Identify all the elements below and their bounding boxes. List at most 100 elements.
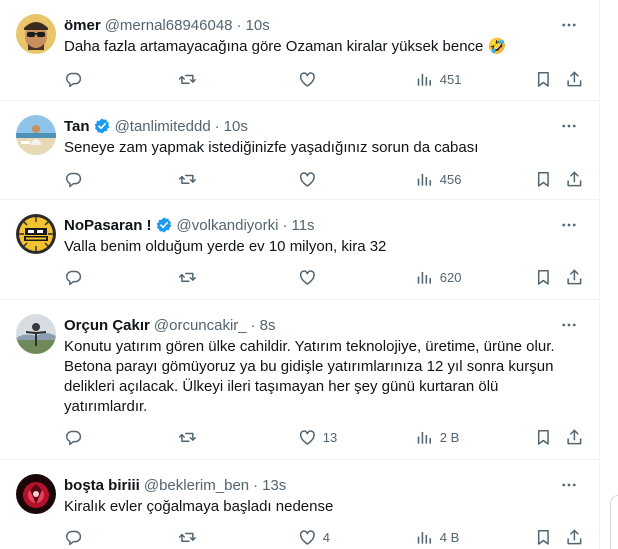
tweet-text: Kiralık evler çoğalmaya başladı nedense xyxy=(64,498,334,515)
views-button[interactable]: 4 B xyxy=(415,526,459,548)
views-button[interactable]: 451 xyxy=(415,68,461,90)
view-count: 2 B xyxy=(439,429,460,445)
share-button[interactable] xyxy=(565,68,584,90)
like-icon xyxy=(299,71,315,87)
display-name[interactable]: boşta biriii xyxy=(64,477,140,494)
beach-photo-avatar-icon xyxy=(16,115,56,155)
display-name[interactable]: ömer xyxy=(64,17,101,34)
tweet-header: Tan @tanlimiteddd · 10s xyxy=(64,116,248,136)
more-icon[interactable] xyxy=(558,314,580,336)
timestamp[interactable]: 8s xyxy=(260,317,276,334)
avatar[interactable] xyxy=(16,115,56,155)
views-button[interactable]: 2 B xyxy=(415,426,459,448)
timestamp[interactable]: 13s xyxy=(262,477,286,494)
reply-button[interactable] xyxy=(64,266,83,288)
like-button[interactable]: 13 xyxy=(298,426,337,448)
share-icon xyxy=(567,269,582,284)
tweet-actions: 4 4 B xyxy=(60,526,590,548)
more-icon[interactable] xyxy=(558,474,580,496)
reply-icon xyxy=(66,430,82,445)
bookmark-button[interactable] xyxy=(534,526,553,548)
user-handle[interactable]: @tanlimiteddd xyxy=(115,118,211,135)
views-button[interactable]: 456 xyxy=(415,168,461,190)
retweet-icon xyxy=(178,74,196,84)
bookmark-icon xyxy=(537,269,549,285)
views-icon xyxy=(417,431,432,444)
floating-panel-edge[interactable] xyxy=(610,495,618,549)
retweet-button[interactable] xyxy=(178,266,197,288)
avatar[interactable] xyxy=(16,314,56,354)
reply-button[interactable] xyxy=(64,68,83,90)
like-icon xyxy=(299,269,315,285)
share-button[interactable] xyxy=(565,526,584,548)
like-icon xyxy=(299,529,315,545)
reply-button[interactable] xyxy=(64,168,83,190)
timestamp[interactable]: 10s xyxy=(224,118,248,135)
tweet[interactable]: NoPasaran ! @volkandiyorki · 11s Valla b… xyxy=(0,200,600,300)
user-handle[interactable]: @orcuncakir_ xyxy=(154,317,247,334)
retweet-icon xyxy=(178,272,196,282)
retweet-button[interactable] xyxy=(178,526,197,548)
views-icon xyxy=(417,531,432,544)
tweet-text: Seneye zam yapmak istediğinizfe yaşadığı… xyxy=(64,139,479,156)
bookmark-icon xyxy=(537,171,549,187)
like-button[interactable] xyxy=(298,266,323,288)
man-with-sunglasses-avatar-icon xyxy=(16,14,56,54)
timestamp[interactable]: 11s xyxy=(291,217,314,234)
like-icon xyxy=(299,171,315,187)
reply-button[interactable] xyxy=(64,426,83,448)
retweet-icon xyxy=(178,432,196,442)
view-count: 620 xyxy=(439,269,462,285)
like-button[interactable] xyxy=(298,168,323,190)
tweet[interactable]: Tan @tanlimiteddd · 10s Seneye zam yapma… xyxy=(0,101,600,200)
tweet-header: boşta biriii @beklerim_ben · 13s xyxy=(64,475,286,495)
reply-icon xyxy=(66,270,82,285)
red-emblem-avatar-icon xyxy=(16,474,56,514)
avatar[interactable] xyxy=(16,474,56,514)
tweet[interactable]: ömer @mernal68946048 · 10s Daha fazla ar… xyxy=(0,0,600,101)
views-button[interactable]: 620 xyxy=(415,266,461,288)
more-icon[interactable] xyxy=(558,115,580,137)
like-button[interactable]: 4 xyxy=(298,526,330,548)
tweet[interactable]: boşta biriii @beklerim_ben · 13s Kiralık… xyxy=(0,460,600,549)
user-handle[interactable]: @volkandiyorki xyxy=(177,217,279,234)
retweet-button[interactable] xyxy=(178,68,197,90)
like-icon xyxy=(299,429,315,445)
more-icon[interactable] xyxy=(558,214,580,236)
timestamp[interactable]: 10s xyxy=(246,17,270,34)
views-icon xyxy=(417,173,432,186)
tweet-actions: 13 2 B xyxy=(60,426,590,448)
separator-dot: · xyxy=(214,117,220,135)
retweet-button[interactable] xyxy=(178,168,197,190)
display-name[interactable]: Tan xyxy=(64,118,90,135)
bookmark-button[interactable] xyxy=(534,168,553,190)
bookmark-icon xyxy=(537,529,549,545)
more-icon[interactable] xyxy=(558,14,580,36)
tweet[interactable]: Orçun Çakır @orcuncakir_ · 8s Konutu yat… xyxy=(0,300,600,460)
display-name[interactable]: Orçun Çakır xyxy=(64,317,150,334)
share-button[interactable] xyxy=(565,426,584,448)
tweet-actions: 620 xyxy=(60,266,590,288)
reply-icon xyxy=(66,172,82,187)
bookmark-button[interactable] xyxy=(534,266,553,288)
person-outdoors-avatar-icon xyxy=(16,314,56,354)
views-icon xyxy=(417,73,432,86)
view-count: 4 B xyxy=(439,529,460,545)
bookmark-button[interactable] xyxy=(534,68,553,90)
no-pasaran-logo-avatar-icon xyxy=(16,214,56,254)
display-name[interactable]: NoPasaran ! xyxy=(64,217,152,234)
avatar[interactable] xyxy=(16,14,56,54)
like-count: 4 xyxy=(322,529,330,545)
avatar[interactable] xyxy=(16,214,56,254)
reply-button[interactable] xyxy=(64,526,83,548)
user-handle[interactable]: @beklerim_ben xyxy=(144,477,249,494)
share-button[interactable] xyxy=(565,168,584,190)
reply-icon xyxy=(66,72,82,87)
user-handle[interactable]: @mernal68946048 xyxy=(105,17,233,34)
bookmark-button[interactable] xyxy=(534,426,553,448)
share-button[interactable] xyxy=(565,266,584,288)
separator-dot: · xyxy=(253,476,259,494)
like-button[interactable] xyxy=(298,68,323,90)
separator-dot: · xyxy=(236,16,242,34)
retweet-button[interactable] xyxy=(178,426,197,448)
